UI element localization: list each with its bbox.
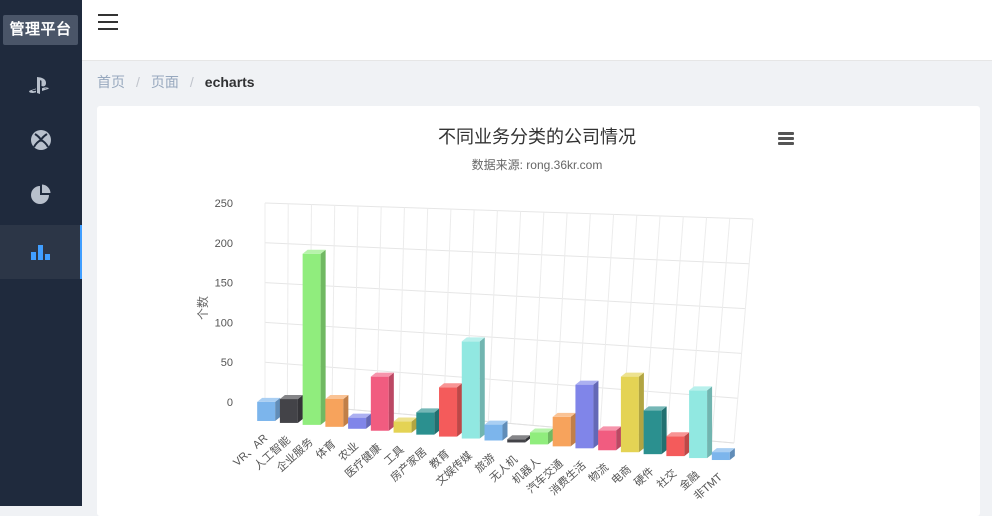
bar[interactable] xyxy=(393,417,417,433)
brand-logo[interactable]: 管理平台 xyxy=(3,15,78,45)
y-tick-labels: 0 50 100 150 200 250 xyxy=(215,198,233,409)
breadcrumb-current: echarts xyxy=(204,74,255,90)
pie-chart-icon xyxy=(31,184,51,204)
bar[interactable] xyxy=(552,412,576,447)
bar[interactable] xyxy=(666,432,690,457)
bar[interactable] xyxy=(484,420,508,441)
chart-card: 不同业务分类的公司情况 数据来源: rong.36kr.com 0 50 100 15… xyxy=(97,106,980,516)
bar[interactable] xyxy=(416,408,440,435)
sidebar-item-pie[interactable] xyxy=(0,168,82,222)
bar[interactable] xyxy=(279,395,303,423)
y-tick-label: 50 xyxy=(221,357,233,369)
bar[interactable] xyxy=(575,380,599,449)
bar[interactable] xyxy=(325,394,349,427)
y-tick-label: 150 xyxy=(215,278,233,290)
bar[interactable] xyxy=(461,337,485,439)
bar-chart-icon xyxy=(31,245,50,260)
bar[interactable] xyxy=(620,372,644,453)
breadcrumb-home[interactable]: 首页 xyxy=(97,72,125,92)
bar[interactable] xyxy=(370,372,394,431)
bar[interactable] xyxy=(598,426,622,451)
x-tick-label: 物流 xyxy=(585,460,611,485)
sidebar: 管理平台 xyxy=(0,0,82,506)
bar[interactable] xyxy=(348,413,372,429)
bar-chart-3d: 050100150200250 VR、AR人工智能企业服务体育农业医疗健康工具房… xyxy=(195,198,754,503)
x-tick-label: 体育 xyxy=(313,437,339,462)
bar[interactable] xyxy=(689,386,713,459)
xbox-icon xyxy=(31,130,51,150)
y-tick-label: 250 xyxy=(215,198,233,210)
top-header xyxy=(82,0,992,61)
y-tick-label: 0 xyxy=(227,397,233,409)
bar[interactable] xyxy=(507,435,531,443)
bar[interactable] xyxy=(257,397,281,421)
y-tick-label: 100 xyxy=(215,317,233,329)
breadcrumb-page[interactable]: 页面 xyxy=(151,72,179,92)
sidebar-item-bar[interactable] xyxy=(0,225,82,279)
y-tick-label: 200 xyxy=(215,238,233,250)
sidebar-item-playstation[interactable] xyxy=(0,59,82,113)
hamburger-menu-icon[interactable] xyxy=(98,14,118,32)
x-tick-label: 硬件 xyxy=(632,465,657,489)
bar[interactable] xyxy=(302,249,326,425)
chart-bars xyxy=(257,249,735,461)
playstation-icon xyxy=(29,77,49,94)
x-tick-label: 社交 xyxy=(654,466,680,491)
x-tick-label: 电商 xyxy=(608,462,634,487)
bar[interactable] xyxy=(711,448,735,461)
breadcrumb: 首页 / 页面 / echarts xyxy=(97,72,255,92)
y-axis-label: 个数 xyxy=(195,296,210,320)
bar[interactable] xyxy=(529,428,553,445)
bar[interactable] xyxy=(439,383,463,437)
sidebar-item-xbox[interactable] xyxy=(0,113,82,167)
bar[interactable] xyxy=(643,406,667,455)
